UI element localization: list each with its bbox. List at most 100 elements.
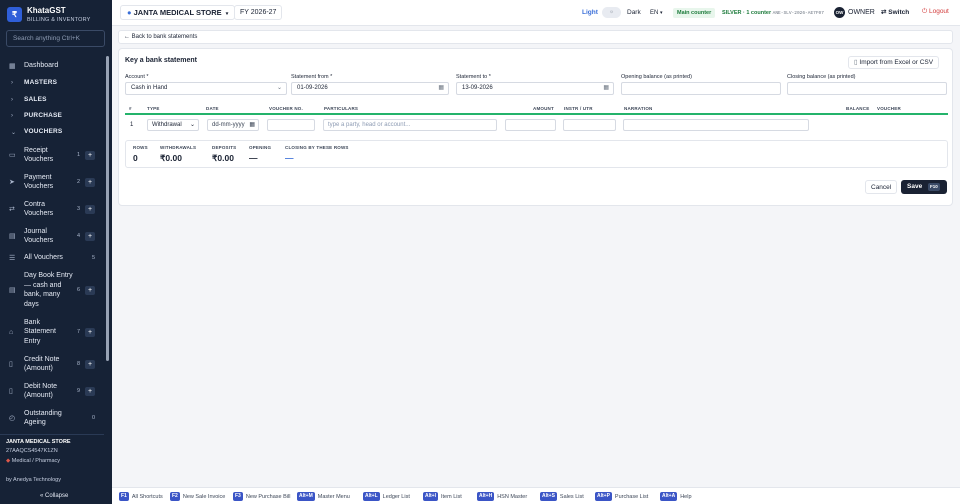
add-debit-note-button[interactable]: + <box>85 386 95 396</box>
sidebar-nav: ▦ Dashboard › MASTERS › SALES › PURCHASE… <box>0 55 104 433</box>
add-payment-button[interactable]: + <box>85 177 95 187</box>
sidebar-scrollbar[interactable] <box>106 56 109 361</box>
account-value: Cash in Hand <box>131 85 168 91</box>
particulars-input[interactable]: type a party, head or account... <box>323 119 497 131</box>
shortcut-help[interactable]: Alt+A Help <box>660 492 692 501</box>
sidebar-section-label: PURCHASE <box>24 112 63 120</box>
sidebar-section-purchase[interactable]: › PURCHASE <box>0 111 104 121</box>
statement-from-field[interactable]: 01-09-2026 ▦ <box>291 82 449 95</box>
language-selector[interactable]: EN ▾ <box>647 7 666 19</box>
sidebar-item-credit-note[interactable]: ▯ Credit Note (Amount) 8 + <box>0 353 104 375</box>
add-receipt-button[interactable]: + <box>85 150 95 160</box>
sidebar-item-dashboard[interactable]: ▦ Dashboard <box>0 61 104 71</box>
add-day-book-button[interactable]: + <box>85 285 95 295</box>
contra-icon: ⇄ <box>9 206 15 213</box>
calendar-icon[interactable]: ▦ <box>603 83 609 94</box>
shortcut-number: 2 <box>77 179 81 185</box>
voucher-no-input[interactable] <box>267 119 315 131</box>
column-header: PARTICULARS <box>324 106 359 111</box>
cancel-button[interactable]: Cancel <box>865 180 898 194</box>
avatar[interactable]: OW <box>834 7 845 18</box>
store-gstin: 27AAQCS4547K1ZN <box>6 448 58 454</box>
column-header: NARRATION <box>624 106 653 111</box>
statement-to-field[interactable]: 13-09-2026 ▦ <box>456 82 614 95</box>
type-select[interactable]: Withdrawal ⌄ <box>147 119 199 131</box>
shortcut-item-list[interactable]: Alt+I Item List <box>423 492 462 501</box>
plan-label: SILVER · 1 counter <box>722 10 772 16</box>
sidebar-item-journal-vouchers[interactable]: ▤ Journal Vouchers 4 + <box>0 225 104 247</box>
sidebar-item-bank-statement-entry[interactable]: ⌂ Bank Statement Entry 7 + <box>0 317 104 347</box>
shortcut-new-purchase[interactable]: F3 New Purchase Bill <box>233 492 290 501</box>
account-select[interactable]: Cash in Hand ⌄ <box>125 82 287 95</box>
import-button[interactable]: ▯ Import from Excel or CSV <box>848 56 940 69</box>
power-icon: ⏻ <box>922 8 928 15</box>
shortcut-label: Ledger List <box>382 493 410 500</box>
search-input[interactable]: Search anything Ctrl+K <box>6 30 105 47</box>
payment-icon: ➤ <box>9 179 15 186</box>
save-button[interactable]: Save F10 <box>901 180 947 194</box>
sidebar-item-payment-vouchers[interactable]: ➤ Payment Vouchers 2 + <box>0 171 104 193</box>
date-input[interactable]: dd-mm-yyyy ▦ <box>207 119 259 131</box>
shortcut-master-menu[interactable]: Alt+M Master Menu <box>297 492 350 501</box>
sidebar-section-masters[interactable]: › MASTERS <box>0 78 104 88</box>
add-credit-note-button[interactable]: + <box>85 359 95 369</box>
logout-button[interactable]: ⏻ Logout <box>918 6 953 18</box>
shortcut-new-sale[interactable]: F2 New Sale Invoice <box>170 492 225 501</box>
ageing-icon: ◴ <box>9 415 16 422</box>
chevron-right-icon: › <box>11 97 13 103</box>
shortcut-label: New Sale Invoice <box>182 493 226 500</box>
back-link[interactable]: ← Back to bank statements <box>124 34 197 40</box>
summary-value: ₹0.00 <box>160 153 182 163</box>
shortcut-purchase-list[interactable]: Alt+P Purchase List <box>595 492 648 501</box>
shortcut-hsn-master[interactable]: Alt+H HSN Master <box>477 492 527 501</box>
switch-icon: ⇄ <box>881 9 887 16</box>
statement-from-label: Statement from * <box>291 74 333 80</box>
column-header: VOUCHER <box>877 106 901 111</box>
sidebar-section-label: VOUCHERS <box>24 128 63 136</box>
fiscal-year-selector[interactable]: FY 2026-27 <box>234 5 283 20</box>
sidebar-item-receipt-vouchers[interactable]: ▭ Receipt Vouchers 1 + <box>0 144 104 166</box>
closing-balance-field[interactable] <box>787 82 947 95</box>
switch-label: Switch <box>888 9 910 16</box>
chevron-down-icon: ⌄ <box>276 85 282 91</box>
shortcut-all[interactable]: F1 All Shortcuts <box>119 492 163 501</box>
switch-button[interactable]: ⇄ Switch <box>877 6 913 18</box>
entries-table-header: # TYPE DATE VOUCHER NO. PARTICULARS AMOU… <box>125 105 948 115</box>
shortcut-label: Item List <box>440 493 462 500</box>
add-bank-statement-button[interactable]: + <box>85 327 95 337</box>
shortcut-number: 7 <box>77 329 81 335</box>
shortcut-label: Help <box>680 493 692 500</box>
sidebar-item-label: Day Book Entry — cash and bank, many day… <box>24 272 73 308</box>
add-journal-button[interactable]: + <box>85 231 95 241</box>
user-role: OWNER <box>848 9 875 16</box>
instr-utr-input[interactable] <box>563 119 616 131</box>
sidebar-item-label: Bank Statement Entry <box>24 318 56 345</box>
plan-badge: SILVER · 1 counter ANE-SLV-2026-AE7F07 <box>722 8 824 19</box>
theme-light-label[interactable]: Light <box>582 9 598 16</box>
collapse-button[interactable]: « Collapse <box>40 493 68 499</box>
sidebar-item-day-book-entry[interactable]: ▤ Day Book Entry — cash and bank, many d… <box>0 270 104 310</box>
shortcut-key: Alt+I <box>423 492 438 501</box>
add-contra-button[interactable]: + <box>85 204 95 214</box>
store-type: ◆ Medical / Pharmacy <box>6 458 60 464</box>
sidebar-item-contra-vouchers[interactable]: ⇄ Contra Vouchers 3 + <box>0 198 104 220</box>
opening-balance-field[interactable] <box>621 82 781 95</box>
sidebar-item-all-vouchers[interactable]: ☰ All Vouchers 5 <box>0 252 104 263</box>
amount-input[interactable] <box>505 119 556 131</box>
narration-input[interactable] <box>623 119 809 131</box>
shortcut-sales-list[interactable]: Alt+S Sales List <box>540 492 584 501</box>
shortcut-key: Alt+A <box>660 492 678 501</box>
sidebar-section-sales[interactable]: › SALES <box>0 95 104 105</box>
theme-toggle[interactable]: ☼ <box>602 7 621 18</box>
calendar-icon[interactable]: ▦ <box>438 83 444 94</box>
sidebar-item-outstanding-ageing[interactable]: ◴ Outstanding Ageing 0 <box>0 407 104 429</box>
sidebar-item-debit-note[interactable]: ▯ Debit Note (Amount) 9 + <box>0 380 104 402</box>
theme-dark-label[interactable]: Dark <box>627 9 641 16</box>
vendor-credit: by Anedya Technology <box>6 477 61 483</box>
sun-icon: ☼ <box>609 9 614 15</box>
store-selector[interactable]: ● JANTA MEDICAL STORE ▾ <box>120 5 236 20</box>
calendar-icon[interactable]: ▦ <box>249 120 255 130</box>
shortcut-ledger-list[interactable]: Alt+L Ledger List <box>363 492 410 501</box>
shortcut-bar: F1 All Shortcuts F2 New Sale Invoice F3 New… <box>112 487 960 504</box>
sidebar-section-vouchers[interactable]: ⌄ VOUCHERS <box>0 127 104 137</box>
